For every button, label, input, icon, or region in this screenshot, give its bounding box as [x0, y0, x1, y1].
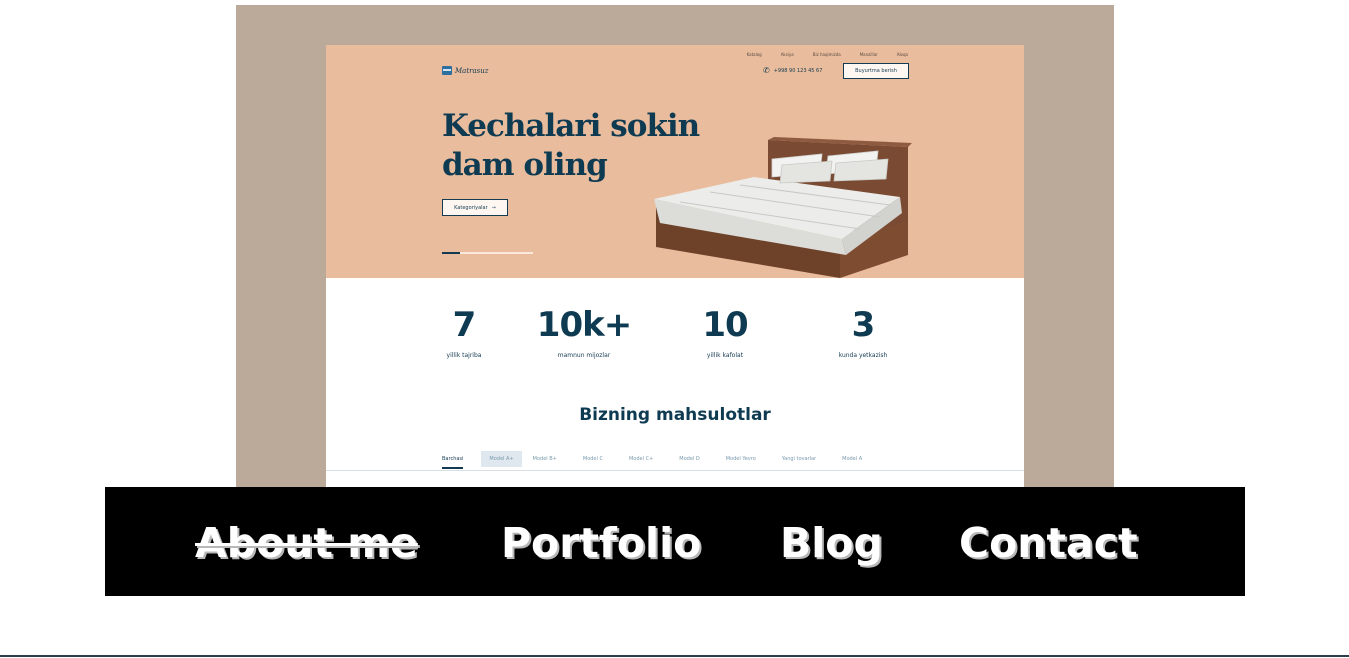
top-nav-link[interactable]: Aksiya [781, 52, 794, 57]
tab-model-yevro[interactable]: Model Yevro [726, 451, 756, 467]
stat-warranty: 10 yillik kafolat [689, 303, 761, 359]
arrow-right-icon: → [491, 204, 496, 211]
categories-button[interactable]: Kategoriyalar → [442, 199, 508, 216]
product-tabs: Barchasi Model A+ Model B+ Model C Model… [442, 451, 862, 469]
stat-label: mamnun mijozlar [557, 352, 611, 359]
phone-icon: ✆ [763, 66, 770, 75]
categories-button-label: Kategoriyalar [454, 204, 488, 211]
stat-value: 10k+ [536, 305, 632, 345]
stat-value: 3 [851, 305, 876, 345]
top-nav-link[interactable]: Manzillar [860, 52, 878, 57]
stat-experience: 7 yillik tajriba [434, 303, 494, 359]
tabs-divider [326, 470, 1024, 471]
phone-contact[interactable]: ✆ +998 90 123 45 67 [763, 67, 822, 75]
top-nav-link[interactable]: Katalog [747, 52, 762, 57]
products-heading: Bizning mahsulotlar [579, 405, 771, 425]
stat-customers: 10k+ mamnun mijozlar [534, 303, 634, 359]
stat-label: kunda yetkazish [838, 352, 888, 359]
stat-value: 7 [452, 305, 477, 345]
stat-label: yillik kafolat [706, 352, 744, 359]
tab-model-b-plus[interactable]: Model B+ [533, 451, 557, 467]
website-preview: Katalog Aksiya Biz haqimizda Manzillar A… [326, 45, 1024, 489]
slider-progress-fill [442, 252, 461, 254]
site-logo[interactable]: Matrasuz [442, 66, 488, 75]
top-nav: Katalog Aksiya Biz haqimizda Manzillar A… [728, 52, 908, 57]
stat-delivery: 3 kunda yetkazish [826, 303, 900, 359]
page: Katalog Aksiya Biz haqimizda Manzillar A… [0, 0, 1349, 658]
tab-model-a[interactable]: Model A [842, 451, 862, 467]
tab-model-a-plus[interactable]: Model A+ [481, 451, 522, 467]
tab-model-c[interactable]: Model C [583, 451, 603, 467]
stat-label: yillik tajriba [446, 352, 482, 359]
tab-model-c-plus[interactable]: Model C+ [629, 451, 653, 467]
hero-section: Katalog Aksiya Biz haqimizda Manzillar A… [326, 45, 1024, 278]
stat-value: 10 [702, 305, 748, 345]
nav-portfolio[interactable]: Portfolio [501, 518, 701, 568]
bed-image [654, 137, 912, 278]
tab-new-products[interactable]: Yangi tovarlar [782, 451, 816, 467]
page-bottom-divider [0, 655, 1349, 657]
hero-slider-progress[interactable] [442, 252, 533, 254]
nav-about-me[interactable]: About me [195, 518, 418, 568]
tab-all[interactable]: Barchasi [442, 451, 464, 469]
top-nav-link[interactable]: Biz haqimizda [813, 52, 841, 57]
tab-model-d[interactable]: Model D [679, 451, 699, 467]
mattress-logo-icon [442, 66, 452, 75]
nav-contact[interactable]: Contact [959, 518, 1138, 568]
nav-blog[interactable]: Blog [780, 518, 883, 568]
logo-text: Matrasuz [455, 66, 489, 75]
order-button[interactable]: Buyurtma berish [843, 63, 909, 79]
portfolio-navbar: About me Portfolio Blog Contact [105, 487, 1245, 596]
top-nav-link[interactable]: Aloqa [897, 52, 908, 57]
phone-number: +998 90 123 45 67 [773, 68, 823, 74]
